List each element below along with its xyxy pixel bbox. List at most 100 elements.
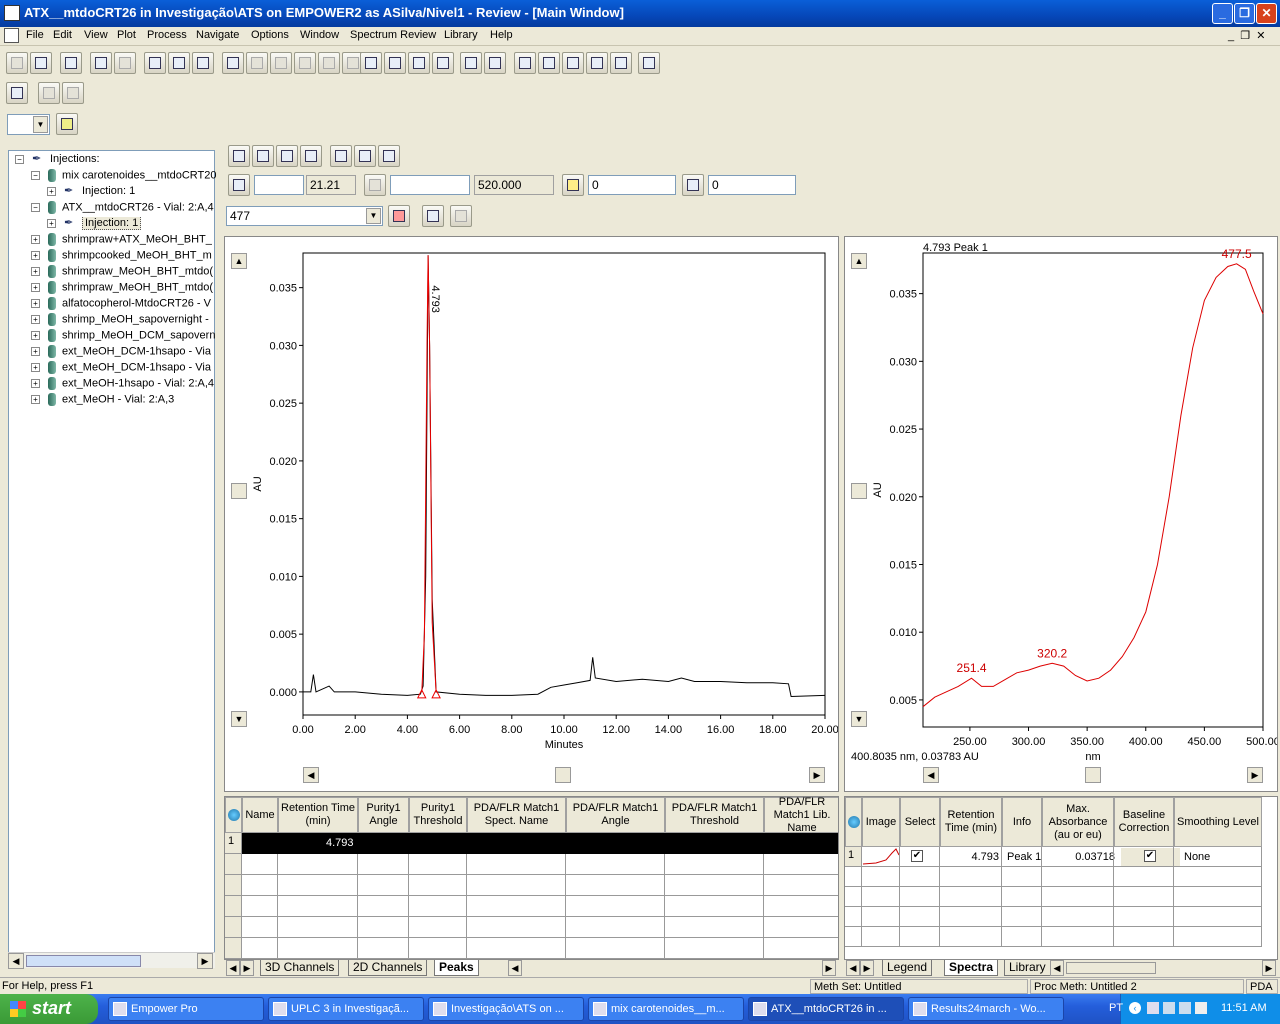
- spectra-table[interactable]: Image Select Retention Time (min) Info Max. …: [844, 796, 1278, 960]
- chrom-tool5-icon[interactable]: [330, 145, 352, 167]
- table-cell[interactable]: [845, 867, 862, 887]
- table-cell[interactable]: [1114, 847, 1174, 867]
- peaks-col-header[interactable]: Name: [242, 797, 278, 833]
- table-cell[interactable]: [900, 927, 940, 947]
- spectra-col-header[interactable]: Max. Absorbance (au or eu): [1042, 797, 1114, 847]
- table-cell[interactable]: [862, 887, 900, 907]
- peaks-table[interactable]: Name Retention Time (min) Purity1 Angle Pur…: [224, 796, 839, 960]
- task-results24march[interactable]: Results24march - Wo...: [908, 997, 1064, 1021]
- toolbar-integrate-icon[interactable]: [60, 52, 82, 74]
- table-cell[interactable]: [467, 917, 566, 938]
- wavelength-icon[interactable]: [364, 174, 386, 196]
- tree-vial-item[interactable]: + shrimpcooked_MeOH_BHT_m: [31, 249, 212, 265]
- toolbar-peak2-icon[interactable]: [114, 52, 136, 74]
- tab-3d-channels[interactable]: 3D Channels: [260, 960, 340, 976]
- table-cell[interactable]: [409, 938, 467, 959]
- menu-view[interactable]: View: [84, 29, 108, 41]
- expand-icon[interactable]: +: [47, 218, 56, 228]
- table-cell[interactable]: [900, 907, 940, 927]
- spectrum-chart[interactable]: 250.00 300.00 350.00 400.00 450.00 500.00 0.00…: [845, 237, 1277, 791]
- channel-tool2-icon[interactable]: [422, 205, 444, 227]
- minimize-button[interactable]: _: [1212, 3, 1233, 24]
- toolbar-curve-icon[interactable]: [222, 52, 244, 74]
- table-cell[interactable]: [940, 867, 1002, 887]
- table-cell[interactable]: [1174, 867, 1262, 887]
- scroll-right-icon[interactable]: ▶: [197, 953, 213, 969]
- table-cell[interactable]: [566, 875, 665, 896]
- collapse-icon[interactable]: −: [31, 203, 40, 212]
- toolbar-curve3-icon[interactable]: [270, 52, 292, 74]
- threshold-icon[interactable]: [228, 174, 250, 196]
- table-cell[interactable]: [566, 917, 665, 938]
- peaks-col-header[interactable]: PDA/FLR Match1 Lib. Name: [764, 797, 838, 834]
- chrom-tool7-icon[interactable]: [378, 145, 400, 167]
- scroll-right-icon[interactable]: ▶: [1247, 767, 1263, 783]
- task-mix-carotenoides[interactable]: mix carotenoides__m...: [588, 997, 744, 1021]
- expand-icon[interactable]: +: [31, 299, 40, 308]
- expand-icon[interactable]: +: [47, 186, 56, 196]
- tray-language[interactable]: PT: [1109, 1002, 1123, 1014]
- expand-icon[interactable]: +: [31, 347, 40, 356]
- table-cell[interactable]: [1042, 847, 1114, 867]
- collapse-icon[interactable]: −: [31, 171, 40, 180]
- toolbar-table2-icon[interactable]: [384, 52, 406, 74]
- spectra-col-header[interactable]: Info: [1002, 797, 1042, 847]
- table-cell[interactable]: [278, 896, 358, 917]
- mdi-controls[interactable]: _ ❐ ✕: [1228, 29, 1265, 42]
- table-cell[interactable]: [566, 938, 665, 959]
- tray-expand-icon[interactable]: ‹: [1129, 1002, 1141, 1014]
- tab-library[interactable]: Library: [1004, 960, 1051, 976]
- table-cell[interactable]: [467, 854, 566, 875]
- table-cell[interactable]: [566, 896, 665, 917]
- peak-width-icon[interactable]: [562, 174, 584, 196]
- table-cell[interactable]: [1042, 887, 1114, 907]
- table-cell[interactable]: [225, 875, 242, 896]
- table-cell[interactable]: [1002, 867, 1042, 887]
- tab-next-icon[interactable]: ▶: [860, 960, 874, 976]
- chromatogram-pane[interactable]: ▲ ▼ 0.00 2.00 4.00 6.00 8.00 10.00 12.00 14.00 1…: [224, 236, 839, 792]
- task-investigacao[interactable]: Investigação\ATS on ...: [428, 997, 584, 1021]
- table-cell[interactable]: [225, 854, 242, 875]
- tab-prev-icon[interactable]: ◀: [846, 960, 860, 976]
- scroll-right-icon[interactable]: ▶: [822, 960, 836, 976]
- table-cell[interactable]: [940, 927, 1002, 947]
- scroll-left-icon[interactable]: ◀: [923, 767, 939, 783]
- spectrum-pane[interactable]: ▲ ▼ 250.00 300.00 350.00 400.00 450.00 500.00…: [844, 236, 1278, 792]
- toolbar-table-icon[interactable]: [360, 52, 382, 74]
- table-cell[interactable]: [665, 938, 764, 959]
- peaks-col-header[interactable]: PDA/FLR Match1 Threshold: [665, 797, 764, 833]
- tree-vial-item[interactable]: − ATX__mtdoCRT26 - Vial: 2:A,4: [31, 201, 214, 217]
- menu-library[interactable]: Library: [444, 29, 478, 41]
- peaks-col-header[interactable]: Retention Time (min): [278, 797, 358, 833]
- table-cell[interactable]: [242, 875, 278, 896]
- tree-vial-item[interactable]: + shrimpraw_MeOH_BHT_mtdo(: [31, 281, 213, 297]
- expand-icon[interactable]: +: [31, 283, 40, 292]
- tray-network2-icon[interactable]: [1179, 1002, 1191, 1014]
- table-cell[interactable]: [1174, 907, 1262, 927]
- table-cell[interactable]: [278, 854, 358, 875]
- chromatogram-chart[interactable]: 0.00 2.00 4.00 6.00 8.00 10.00 12.00 14.00 16.00…: [225, 237, 838, 791]
- toolbar-curve2-icon[interactable]: [246, 52, 268, 74]
- tree-vial-item[interactable]: − mix carotenoides__mtdoCRT20: [31, 169, 216, 185]
- toolbar-export2-icon[interactable]: [484, 52, 506, 74]
- table-cell[interactable]: [1042, 867, 1114, 887]
- peaks-col-header[interactable]: Purity1 Threshold: [409, 797, 467, 833]
- table-cell[interactable]: [1114, 867, 1174, 887]
- chrom-horizontal-scrollbar[interactable]: ◀ ▶: [303, 767, 825, 783]
- scroll-right-icon[interactable]: ▶: [809, 767, 825, 783]
- table-cell[interactable]: [665, 875, 764, 896]
- chrom-tool6-icon[interactable]: [354, 145, 376, 167]
- tray-network-icon[interactable]: [1163, 1002, 1175, 1014]
- tab-legend[interactable]: Legend: [882, 960, 933, 976]
- table-cell[interactable]: [900, 887, 940, 907]
- table-cell[interactable]: [1174, 927, 1262, 947]
- table-cell[interactable]: [278, 875, 358, 896]
- tray-volume-icon[interactable]: [1195, 1002, 1207, 1014]
- table-cell[interactable]: [409, 875, 467, 896]
- toolbar-window5-icon[interactable]: [610, 52, 632, 74]
- menu-navigate[interactable]: Navigate: [196, 29, 239, 41]
- tree-vial-item[interactable]: + ext_MeOH_DCM-1hsapo - Via: [31, 361, 211, 377]
- table-cell[interactable]: [358, 917, 409, 938]
- table-cell[interactable]: [242, 896, 278, 917]
- toolbar-layers3-icon[interactable]: [62, 82, 84, 104]
